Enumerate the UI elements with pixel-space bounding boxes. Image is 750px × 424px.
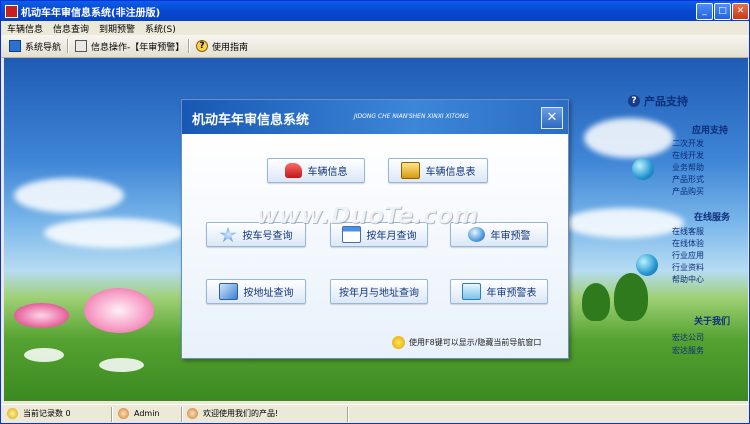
menu-expiry-warning[interactable]: 到期预警: [99, 22, 135, 35]
globe-icon: [636, 254, 658, 276]
welcome-message: 欢迎使用我们的产品!: [187, 408, 278, 419]
current-user: Admin: [118, 408, 160, 419]
cloud-decoration: [44, 218, 184, 248]
menu-vehicle-info[interactable]: 车辆信息: [7, 22, 43, 35]
link-online-service[interactable]: 在线客服: [672, 226, 704, 237]
product-support-title: ? 产品支持: [628, 93, 688, 109]
link-industry-application[interactable]: 行业应用: [672, 250, 704, 261]
link-hongda-service[interactable]: 宏达服务: [672, 345, 704, 356]
app-icon: [5, 5, 18, 18]
link-online-development[interactable]: 在线开发: [672, 150, 704, 161]
dialog-close-button[interactable]: ✕: [541, 107, 563, 129]
navigation-dialog: 机动车年审信息系统 JIDONG CHE NIAN'SHEN XINXI XIT…: [181, 99, 569, 359]
annual-warning-table-button[interactable]: 年审预警表: [450, 279, 548, 304]
user-guide-label: 使用指南: [212, 42, 249, 53]
toolbar-separator: [67, 39, 69, 53]
list-icon: [461, 283, 481, 300]
help-circle-icon: ?: [628, 95, 640, 107]
cloud-decoration: [564, 208, 684, 238]
link-help-center[interactable]: 帮助中心: [672, 274, 704, 285]
book-icon: [218, 283, 238, 300]
system-nav-tool[interactable]: 系统导航: [9, 38, 61, 54]
link-business-help[interactable]: 业务帮助: [672, 162, 704, 173]
bulb-icon: [7, 408, 18, 419]
menu-bar: 车辆信息 信息查询 到期预警 系统(S): [1, 21, 749, 35]
app-support-heading: 应用支持: [692, 126, 729, 136]
link-product-purchase[interactable]: 产品购买: [672, 186, 704, 197]
info-operation-label: 信息操作-【年审预警】: [91, 42, 185, 53]
flower-decoration: [84, 288, 154, 333]
minimize-button[interactable]: _: [696, 3, 713, 20]
user-guide-tool[interactable]: ? 使用指南: [196, 38, 248, 54]
help-icon: ?: [196, 40, 208, 52]
dialog-subtitle: JIDONG CHE NIAN'SHEN XINXI XITONG: [354, 113, 469, 120]
status-bar: 当前记录数 0 Admin 欢迎使用我们的产品!: [1, 404, 749, 423]
system-nav-label: 系统导航: [25, 42, 62, 53]
menu-system[interactable]: 系统(S): [145, 22, 176, 35]
status-separator: [111, 407, 113, 422]
app-window: 机动车年审信息系统(非注册版) _ □ ✕ 车辆信息 信息查询 到期预警 系统(…: [0, 0, 750, 424]
toolbar: 系统导航 信息操作-【年审预警】 ? 使用指南: [1, 35, 749, 58]
f8-hint: 使用F8键可以显示/隐藏当前导航窗口: [392, 336, 541, 349]
user-icon: [118, 408, 129, 419]
query-by-month-and-address-button[interactable]: 按年月与地址查询: [330, 279, 428, 304]
link-secondary-development[interactable]: 二次开发: [672, 138, 704, 149]
tree-decoration: [582, 283, 610, 321]
title-bar: 机动车年审信息系统(非注册版) _ □ ✕: [1, 1, 749, 21]
query-by-address-button[interactable]: 按地址查询: [206, 279, 306, 304]
window-icon: [9, 40, 21, 52]
flower-decoration: [24, 348, 64, 362]
notebook-icon: [400, 162, 420, 179]
status-separator: [347, 407, 349, 422]
globe-icon: [467, 227, 485, 242]
car-icon: [284, 163, 302, 178]
dialog-header: 机动车年审信息系统 JIDONG CHE NIAN'SHEN XINXI XIT…: [182, 100, 568, 134]
online-service-heading: 在线服务: [694, 213, 731, 223]
link-online-experience[interactable]: 在线体验: [672, 238, 704, 249]
star-icon: [219, 227, 237, 242]
flower-decoration: [14, 303, 69, 328]
vehicle-info-button[interactable]: 车辆信息: [267, 158, 365, 183]
user-icon: [187, 408, 198, 419]
watermark: www.DuoTe.com: [256, 201, 478, 229]
about-us-heading: 关于我们: [694, 317, 731, 327]
flower-decoration: [99, 358, 144, 372]
cloud-decoration: [14, 178, 124, 213]
cloud-decoration: [584, 118, 674, 158]
record-count: 当前记录数 0: [7, 408, 71, 419]
menu-info-query[interactable]: 信息查询: [53, 22, 89, 35]
bulb-icon: [392, 336, 405, 349]
vehicle-info-table-button[interactable]: 车辆信息表: [388, 158, 488, 183]
link-product-form[interactable]: 产品形式: [672, 174, 704, 185]
toolbar-separator: [188, 39, 190, 53]
dialog-title: 机动车年审信息系统: [192, 113, 310, 128]
link-industry-data[interactable]: 行业资料: [672, 262, 704, 273]
window-title: 机动车年审信息系统(非注册版): [21, 8, 161, 19]
dialog-body: 车辆信息 车辆信息表 按车号查询 按年月查询 年审预警 按地址查询 按年月与地址…: [182, 134, 568, 358]
link-hongda-company[interactable]: 宏达公司: [672, 332, 704, 343]
info-operation-tool[interactable]: 信息操作-【年审预警】: [75, 38, 184, 54]
status-separator: [181, 407, 183, 422]
document-icon: [75, 40, 87, 52]
close-button[interactable]: ✕: [732, 3, 749, 20]
arrow-globe-icon: [632, 158, 654, 180]
maximize-button[interactable]: □: [714, 3, 731, 20]
tree-decoration: [614, 273, 648, 321]
